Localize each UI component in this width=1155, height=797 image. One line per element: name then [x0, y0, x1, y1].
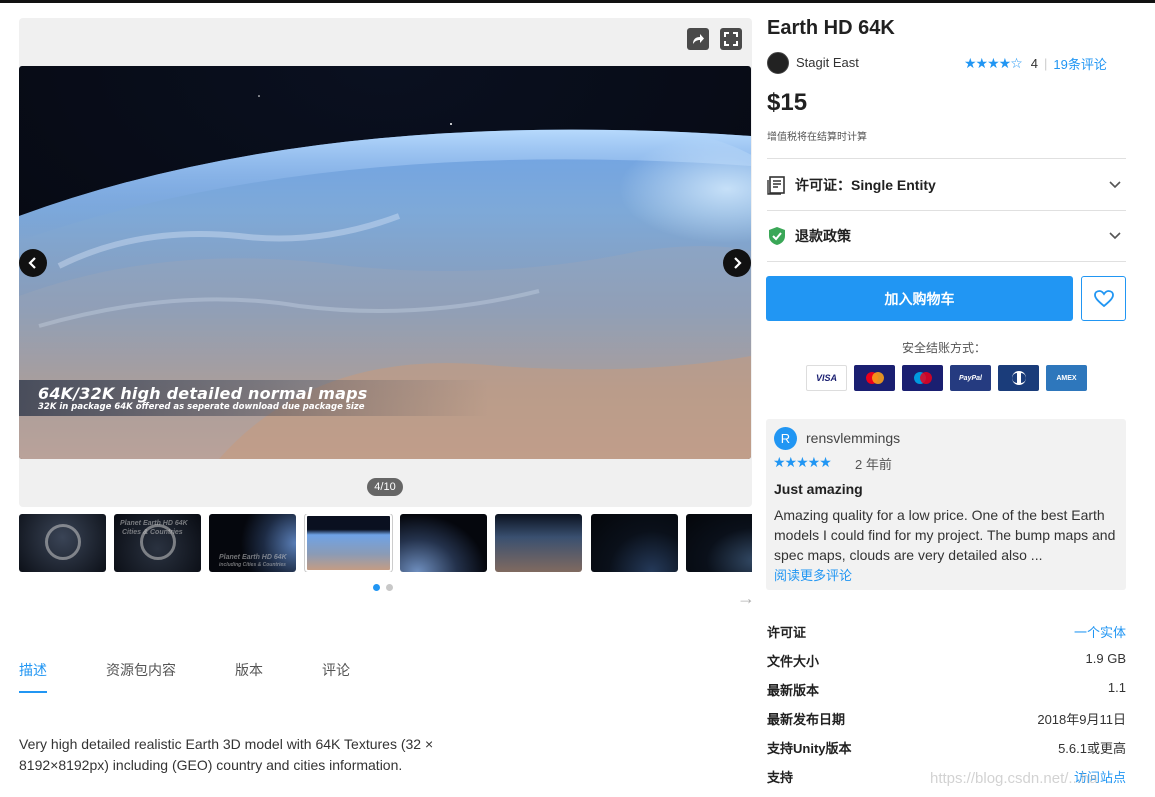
shield-check-icon	[769, 227, 785, 245]
thumbnail-3[interactable]: Planet Earth HD 64K including Cities & C…	[209, 514, 296, 572]
tab-description[interactable]: 描述	[19, 660, 47, 693]
thumbnail-7[interactable]	[591, 514, 678, 572]
product-meta: 许可证 一个实体 文件大小 1.9 GB 最新版本 1.1 最新发布日期 201…	[767, 620, 1126, 794]
share-icon[interactable]	[687, 28, 709, 50]
meta-value-link[interactable]: 一个实体	[1074, 622, 1126, 641]
publisher-name[interactable]: Stagit East	[796, 55, 859, 70]
thumbnail-video-2[interactable]: Planet Earth HD 64K Cities & Countries	[114, 514, 201, 572]
refund-label: 退款政策	[795, 228, 851, 244]
fullscreen-icon[interactable]	[720, 28, 742, 50]
thumbnail-text: Planet Earth HD 64K	[219, 554, 287, 561]
meta-value: 1.9 GB	[1085, 651, 1126, 666]
review-title: Just amazing	[774, 481, 863, 497]
product-description: Very high detailed realistic Earth 3D mo…	[19, 736, 434, 773]
meta-key: 支持	[767, 770, 794, 785]
reviewer-avatar: R	[774, 427, 797, 450]
heart-icon	[1093, 289, 1114, 307]
tab-versions[interactable]: 版本	[235, 660, 263, 693]
review-stars: ★★★★★	[773, 454, 832, 470]
reviews-link[interactable]: 19条评论	[1053, 54, 1106, 73]
refund-accordion[interactable]: 退款政策	[767, 224, 1126, 248]
pager-dot-2[interactable]	[386, 584, 393, 591]
visa-icon: VISA	[806, 365, 847, 391]
maestro-icon	[902, 365, 943, 391]
thumbnail-strip: Planet Earth HD 64K Cities & Countries P…	[19, 514, 752, 572]
license-accordion[interactable]: 许可证：Single Entity	[767, 173, 1126, 197]
play-icon	[140, 524, 176, 560]
review-body: Amazing quality for a low price. One of …	[774, 507, 1116, 563]
pager-dot-1[interactable]	[373, 584, 380, 591]
thumbnail-8[interactable]	[686, 514, 752, 572]
reviewer-name[interactable]: rensvlemmings	[806, 430, 900, 446]
chevron-down-icon	[1109, 181, 1121, 189]
payment-methods: VISA PayPal AMEX	[806, 365, 1087, 391]
meta-key: 最新版本	[767, 683, 820, 698]
meta-value: 5.6.1或更高	[1058, 741, 1126, 756]
caption-title: 64K/32K high detailed normal maps	[38, 384, 368, 403]
watermark: https://blog.csdn.net/...ha	[930, 770, 1098, 787]
rating-stars: ★★★★☆	[964, 55, 1023, 71]
prev-image-button[interactable]	[19, 249, 47, 277]
amex-icon: AMEX	[1046, 365, 1087, 391]
secure-checkout-label: 安全结账方式：	[902, 341, 987, 355]
meta-key: 最新发布日期	[767, 712, 846, 727]
product-price: $15	[767, 89, 808, 116]
chevron-right-icon	[734, 257, 742, 269]
thumbnail-text: including Cities & Countries	[219, 562, 286, 568]
product-title: Earth HD 64K	[767, 17, 895, 39]
meta-value: 1.1	[1107, 680, 1126, 695]
thumbnail-5[interactable]	[400, 514, 487, 572]
divider	[767, 261, 1126, 262]
mastercard-icon	[854, 365, 895, 391]
meta-row-file-size: 文件大小 1.9 GB	[767, 649, 1126, 678]
rating-value: 4	[1030, 56, 1038, 71]
tab-reviews[interactable]: 评论	[322, 660, 350, 693]
caption-subtitle: 32K in package 64K offered as seperate d…	[38, 402, 365, 412]
meta-key: 许可证	[767, 625, 807, 640]
thumbnail-4-active[interactable]	[304, 514, 393, 572]
next-image-button[interactable]	[723, 249, 751, 277]
chevron-down-icon	[1109, 232, 1121, 240]
divider	[767, 158, 1126, 159]
rating-separator: |	[1044, 56, 1048, 71]
add-to-cart-button[interactable]: 加入购物车	[766, 276, 1073, 321]
meta-row-release-date: 最新发布日期 2018年9月11日	[767, 707, 1126, 736]
thumbnail-6[interactable]	[495, 514, 582, 572]
chevron-left-icon	[28, 257, 36, 269]
meta-value: 2018年9月11日	[1037, 712, 1126, 727]
top-border	[0, 0, 1155, 3]
review-time: 2 年前	[855, 457, 892, 472]
play-icon	[45, 524, 81, 560]
tab-package-contents[interactable]: 资源包内容	[106, 660, 176, 693]
meta-row-license: 许可证 一个实体	[767, 620, 1126, 649]
read-more-reviews-link[interactable]: 阅读更多评论	[774, 565, 852, 584]
meta-key: 支持Unity版本	[767, 741, 852, 756]
meta-row-unity-version: 支持Unity版本 5.6.1或更高	[767, 736, 1126, 765]
license-icon	[767, 176, 785, 195]
thumbnail-pager	[373, 584, 393, 591]
diners-icon	[998, 365, 1039, 391]
publisher-avatar[interactable]	[767, 52, 789, 74]
tab-bar: 描述 资源包内容 版本 评论	[19, 660, 409, 693]
wishlist-button[interactable]	[1081, 276, 1126, 321]
paypal-icon: PayPal	[950, 365, 991, 391]
thumbnail-video-1[interactable]	[19, 514, 106, 572]
rating-summary: ★★★★☆ 4 | 19条评论	[964, 54, 1107, 73]
license-label: 许可证：Single Entity	[795, 177, 936, 193]
image-counter: 4/10	[367, 478, 403, 496]
divider	[767, 210, 1126, 211]
arrow-right-icon[interactable]: →	[737, 588, 755, 609]
review-card: R rensvlemmings ★★★★★ 2 年前 Just amazing …	[766, 419, 1126, 590]
meta-row-latest-version: 最新版本 1.1	[767, 678, 1126, 707]
meta-key: 文件大小	[767, 654, 820, 669]
vat-note: 增值税将在结算时计算	[767, 132, 867, 143]
